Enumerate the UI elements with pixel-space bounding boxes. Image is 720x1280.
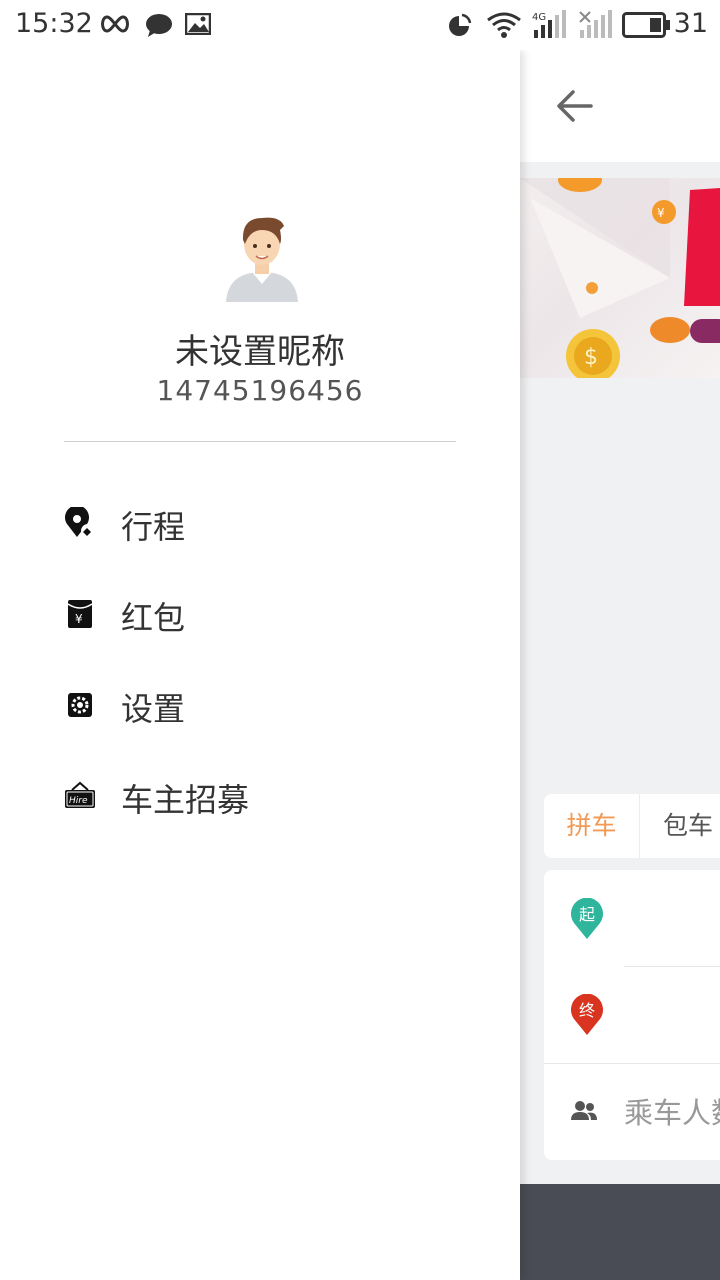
hire-sign-icon: Hire (65, 781, 95, 808)
svg-text:¥: ¥ (657, 206, 665, 220)
svg-text:Hire: Hire (69, 796, 88, 806)
route-divider (624, 966, 720, 967)
passengers-field[interactable]: 乘车人数 (624, 1090, 720, 1132)
route-divider (544, 1063, 720, 1064)
red-envelope-icon: ¥ (67, 600, 93, 628)
bottom-action-bar[interactable] (520, 1184, 720, 1280)
menu-item-settings[interactable]: 设置 (64, 674, 464, 734)
infinity-icon (101, 15, 129, 33)
tab-charter[interactable]: 包车 (640, 794, 720, 858)
service-tab-bar: 拼车 包车 (544, 794, 720, 858)
menu-label-driver-recruitment: 车主招募 (121, 781, 250, 819)
passengers-icon (571, 1101, 597, 1120)
navigation-drawer: 未设置昵称 14745196456 行程 ¥ 红包 设置 Hire 车主招募 (0, 50, 520, 1280)
wifi-icon (487, 12, 521, 38)
end-marker-label: 终 (578, 1001, 595, 1020)
start-location-field[interactable]: 起 (570, 897, 604, 940)
signal-icon (579, 10, 612, 38)
menu-item-driver-recruitment[interactable]: Hire 车主招募 (64, 765, 464, 825)
gear-icon (68, 693, 92, 717)
back-arrow-icon[interactable] (555, 86, 595, 126)
menu-item-trips[interactable]: 行程 (64, 492, 464, 552)
signal-4g-icon: 4G (532, 10, 566, 38)
avatar[interactable] (222, 210, 302, 306)
battery-level: 31 (673, 8, 708, 39)
promo-banner[interactable]: ¥ $ (520, 178, 720, 378)
svg-text:¥: ¥ (75, 612, 83, 626)
menu-item-red-envelope[interactable]: ¥ 红包 (64, 583, 464, 643)
status-bar: 15:32 4G 31 (0, 0, 720, 50)
battery-icon (622, 12, 670, 38)
start-marker-label: 起 (578, 905, 595, 924)
nfc-icon (449, 13, 472, 36)
chat-bubble-icon (146, 14, 172, 37)
menu-label-trips: 行程 (121, 508, 186, 546)
user-phone: 14745196456 (156, 374, 364, 407)
menu-label-settings: 设置 (121, 690, 186, 728)
menu-label-red-envelope: 红包 (121, 599, 186, 637)
image-icon (185, 13, 211, 35)
route-card: 起 终 乘车人数 (544, 870, 720, 1160)
drawer-divider (64, 441, 456, 442)
location-pin-icon (65, 507, 95, 538)
status-time: 15:32 (15, 8, 93, 39)
svg-text:$: $ (584, 345, 598, 370)
end-location-field[interactable]: 终 (570, 993, 604, 1036)
svg-text:4G: 4G (532, 12, 546, 23)
tab-carpool[interactable]: 拼车 (544, 794, 640, 858)
user-nickname[interactable]: 未设置昵称 (0, 324, 520, 373)
promo-banner-art: ¥ $ (520, 178, 720, 378)
